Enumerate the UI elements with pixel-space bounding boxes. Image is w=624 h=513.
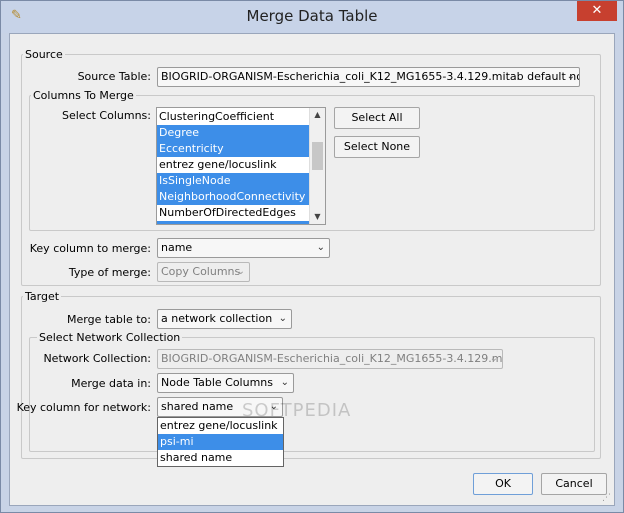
dialog-content: Source Source Table: BIOGRID-ORGANISM-Es… [9, 33, 615, 506]
network-collection-value: BIOGRID-ORGANISM-Escherichia_coli_K12_MG… [161, 352, 503, 365]
merge-type-value: Copy Columns [161, 265, 241, 278]
source-table-label: Source Table: [77, 70, 151, 83]
resize-grip-icon[interactable]: ⋰ [602, 493, 612, 503]
key-column-network-label: Key column for network: [16, 401, 151, 414]
source-group-title: Source [23, 48, 65, 61]
key-column-combo[interactable]: name ⌄ [157, 238, 330, 258]
network-collection-label: Network Collection: [43, 352, 151, 365]
columns-list-rows: ClusteringCoefficient Degree Eccentricity e… [157, 109, 309, 224]
scroll-thumb[interactable] [312, 142, 323, 170]
merge-table-to-combo[interactable]: a network collection ⌄ [157, 309, 292, 329]
chevron-down-icon: ⌄ [280, 377, 289, 388]
chevron-down-icon: ⌄ [489, 353, 498, 364]
column-list-item[interactable]: NumberOfUndirectedEdges [157, 221, 309, 224]
merge-table-to-value: a network collection [161, 312, 273, 325]
chevron-down-icon: ⌄ [316, 242, 325, 253]
dropdown-option[interactable]: shared name [158, 450, 283, 466]
dropdown-option[interactable]: psi-mi [158, 434, 283, 450]
source-table-value: BIOGRID-ORGANISM-Escherichia_coli_K12_MG… [161, 70, 580, 83]
column-list-item[interactable]: NeighborhoodConnectivity [157, 189, 309, 205]
scroll-down-icon[interactable]: ▼ [310, 210, 325, 224]
merge-data-in-value: Node Table Columns [161, 376, 274, 389]
select-all-button[interactable]: Select All [334, 107, 420, 129]
select-columns-label: Select Columns: [62, 109, 151, 122]
chevron-down-icon: ⌄ [278, 313, 287, 324]
network-collection-combo: BIOGRID-ORGANISM-Escherichia_coli_K12_MG… [157, 349, 503, 369]
key-column-network-dropdown[interactable]: entrez gene/locuslink psi-mi shared name [157, 417, 284, 467]
select-none-button[interactable]: Select None [334, 136, 420, 158]
merge-data-table-dialog: ✎ Merge Data Table ✕ Source Source Table… [0, 0, 624, 513]
merge-type-label: Type of merge: [68, 266, 151, 279]
merge-table-to-label: Merge table to: [67, 313, 151, 326]
columns-list[interactable]: ClusteringCoefficient Degree Eccentricity e… [156, 107, 326, 225]
dropdown-options: entrez gene/locuslink psi-mi shared name [158, 418, 283, 466]
source-table-combo[interactable]: BIOGRID-ORGANISM-Escherichia_coli_K12_MG… [157, 67, 580, 87]
column-list-item[interactable]: IsSingleNode [157, 173, 309, 189]
column-list-item[interactable]: Eccentricity [157, 141, 309, 157]
window-title: Merge Data Table [246, 7, 378, 25]
columns-group-title: Columns To Merge [31, 89, 136, 102]
columns-scrollbar[interactable]: ▲ ▼ [309, 108, 325, 224]
key-column-network-value: shared name [161, 400, 234, 413]
cancel-button[interactable]: Cancel [541, 473, 607, 495]
column-list-item[interactable]: NumberOfDirectedEdges [157, 205, 309, 221]
scroll-up-icon[interactable]: ▲ [310, 108, 325, 122]
watermark: SOFTPEDIA [242, 400, 352, 421]
chevron-down-icon: ⌄ [566, 71, 575, 82]
merge-type-combo: Copy Columns ⌄ [157, 262, 250, 282]
close-button[interactable]: ✕ [577, 1, 617, 21]
network-group-title: Select Network Collection [37, 331, 183, 344]
key-column-label: Key column to merge: [29, 242, 151, 255]
merge-data-in-combo[interactable]: Node Table Columns ⌄ [157, 373, 294, 393]
column-list-item[interactable]: Degree [157, 125, 309, 141]
key-column-value: name [161, 241, 193, 254]
merge-data-in-label: Merge data in: [71, 377, 151, 390]
column-list-item[interactable]: entrez gene/locuslink [157, 157, 309, 173]
title-bar[interactable]: ✎ Merge Data Table ✕ [1, 1, 623, 33]
ok-button[interactable]: OK [473, 473, 533, 495]
chevron-down-icon: ⌄ [236, 266, 245, 277]
target-group-title: Target [23, 290, 62, 303]
column-list-item[interactable]: ClusteringCoefficient [157, 109, 309, 125]
